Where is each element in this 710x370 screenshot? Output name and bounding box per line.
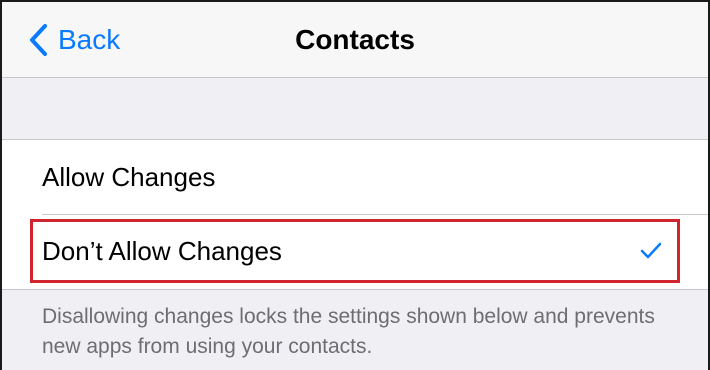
options-group: Allow Changes Don’t Allow Changes [2,139,708,290]
navigation-bar: Back Contacts [2,2,708,78]
row-separator [42,214,708,215]
checkmark-icon [640,242,662,259]
section-spacer [2,79,708,139]
settings-screen: Back Contacts Allow Changes Don’t Allow … [0,0,710,370]
allow-changes-label: Allow Changes [42,161,216,192]
allow-changes-option[interactable]: Allow Changes [2,140,708,214]
page-title: Contacts [295,24,415,55]
dont-allow-changes-label: Don’t Allow Changes [42,235,282,266]
dont-allow-changes-option[interactable]: Don’t Allow Changes [30,219,680,283]
footer-description: Disallowing changes locks the settings s… [42,305,655,358]
